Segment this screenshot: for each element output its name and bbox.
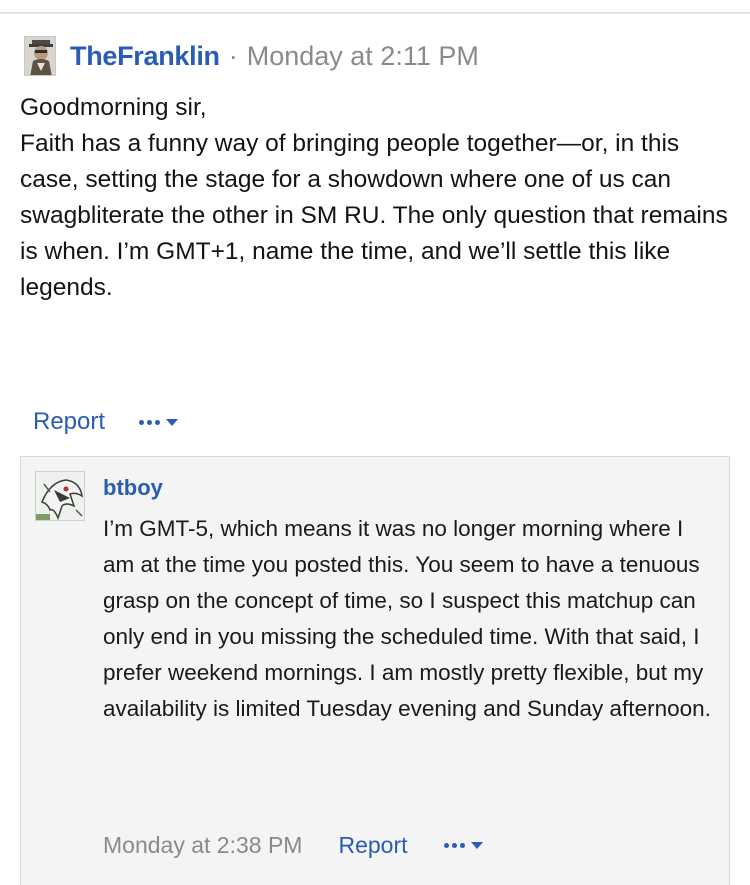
reply-container: btboy I’m GMT-5, which means it was no l… bbox=[20, 456, 730, 885]
more-dots-icon bbox=[139, 419, 161, 425]
caret-down-icon bbox=[470, 841, 483, 849]
more-menu-button[interactable] bbox=[139, 418, 179, 426]
post-header: TheFranklin · Monday at 2:11 PM bbox=[24, 36, 479, 76]
reply-body: I’m GMT-5, which means it was no longer … bbox=[103, 516, 711, 721]
avatar[interactable] bbox=[24, 36, 56, 76]
reply-author-link[interactable]: btboy bbox=[103, 475, 163, 501]
reply-report-button[interactable]: Report bbox=[338, 832, 407, 859]
meta-separator: · bbox=[228, 40, 238, 71]
reply-avatar[interactable] bbox=[35, 471, 85, 521]
post-actions: Report bbox=[33, 406, 179, 438]
post-author-link[interactable]: TheFranklin bbox=[70, 41, 220, 72]
caret-down-icon bbox=[166, 418, 179, 426]
reply-more-menu-button[interactable] bbox=[443, 841, 483, 849]
top-divider bbox=[0, 12, 750, 14]
post-body: Goodmorning sir, Faith has a funny way o… bbox=[20, 90, 730, 306]
avatar-image bbox=[25, 37, 55, 75]
post-greeting: Goodmorning sir, bbox=[20, 94, 207, 121]
reply-avatar-image bbox=[36, 472, 84, 520]
post-timestamp[interactable]: Monday at 2:11 PM bbox=[247, 41, 479, 72]
reply-footer: Monday at 2:38 PM Report bbox=[103, 829, 483, 861]
more-dots-icon bbox=[443, 842, 465, 848]
reply-timestamp[interactable]: Monday at 2:38 PM bbox=[103, 832, 302, 859]
report-button[interactable]: Report bbox=[33, 408, 105, 436]
post-paragraph: Faith has a funny way of bringing people… bbox=[20, 130, 728, 301]
